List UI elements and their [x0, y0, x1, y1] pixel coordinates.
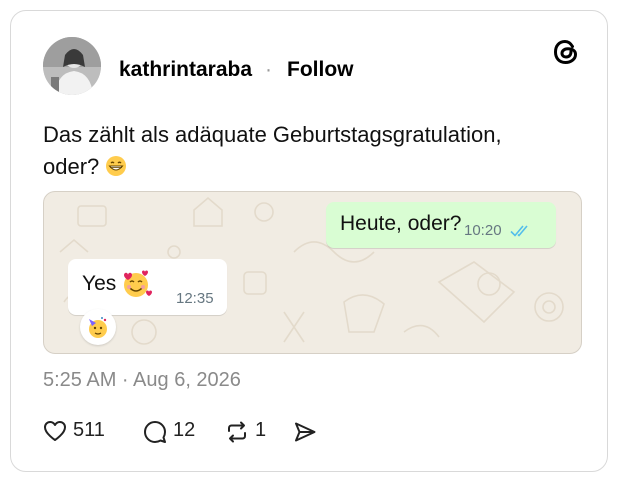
- comment-icon: [144, 421, 166, 443]
- post-text: Das zählt als adäquate Geburtstagsgratul…: [43, 119, 563, 183]
- follow-button[interactable]: Follow: [287, 58, 354, 82]
- separator-dot: ·: [265, 58, 272, 81]
- outgoing-message-time: 10:20: [464, 222, 502, 239]
- incoming-message-bubble[interactable]: Yes 12:35: [68, 259, 227, 315]
- action-bar: 511 12 1: [43, 415, 343, 447]
- incoming-message-time: 12:35: [176, 290, 214, 307]
- like-button[interactable]: 511: [43, 415, 113, 447]
- repost-button[interactable]: 1: [225, 415, 275, 447]
- post-text-line1: Das zählt als adäquate Geburtstagsgratul…: [43, 122, 502, 147]
- incoming-message-text: Yes: [82, 272, 117, 295]
- post-text-line2: oder?: [43, 154, 100, 179]
- reaction-badge[interactable]: [80, 309, 116, 345]
- repost-count: 1: [255, 419, 267, 441]
- heart-icon: [44, 421, 66, 441]
- send-icon: [295, 422, 316, 442]
- reply-button[interactable]: 12: [143, 415, 203, 447]
- chat-screenshot-image[interactable]: Heute, oder? 10:20 Yes 12:35: [43, 191, 582, 354]
- partying-face-icon: [89, 317, 107, 338]
- outgoing-message-bubble[interactable]: Heute, oder? 10:20: [326, 202, 556, 248]
- like-count: 511: [73, 419, 105, 441]
- outgoing-message-text: Heute, oder?: [340, 212, 462, 235]
- share-button[interactable]: [293, 415, 323, 447]
- smiling-face-with-hearts-icon: [124, 270, 152, 297]
- repost-icon: [228, 421, 246, 443]
- grinning-face-icon: [106, 156, 127, 176]
- post-timestamp[interactable]: 5:25 AM · Aug 6, 2026: [43, 369, 241, 392]
- reply-count: 12: [173, 419, 196, 441]
- post-card: kathrintaraba · Follow Das zählt als adä…: [10, 10, 608, 472]
- username[interactable]: kathrintaraba: [119, 58, 252, 82]
- double-check-read-icon: [510, 225, 528, 237]
- threads-logo-icon[interactable]: [551, 37, 581, 67]
- avatar[interactable]: [43, 37, 101, 95]
